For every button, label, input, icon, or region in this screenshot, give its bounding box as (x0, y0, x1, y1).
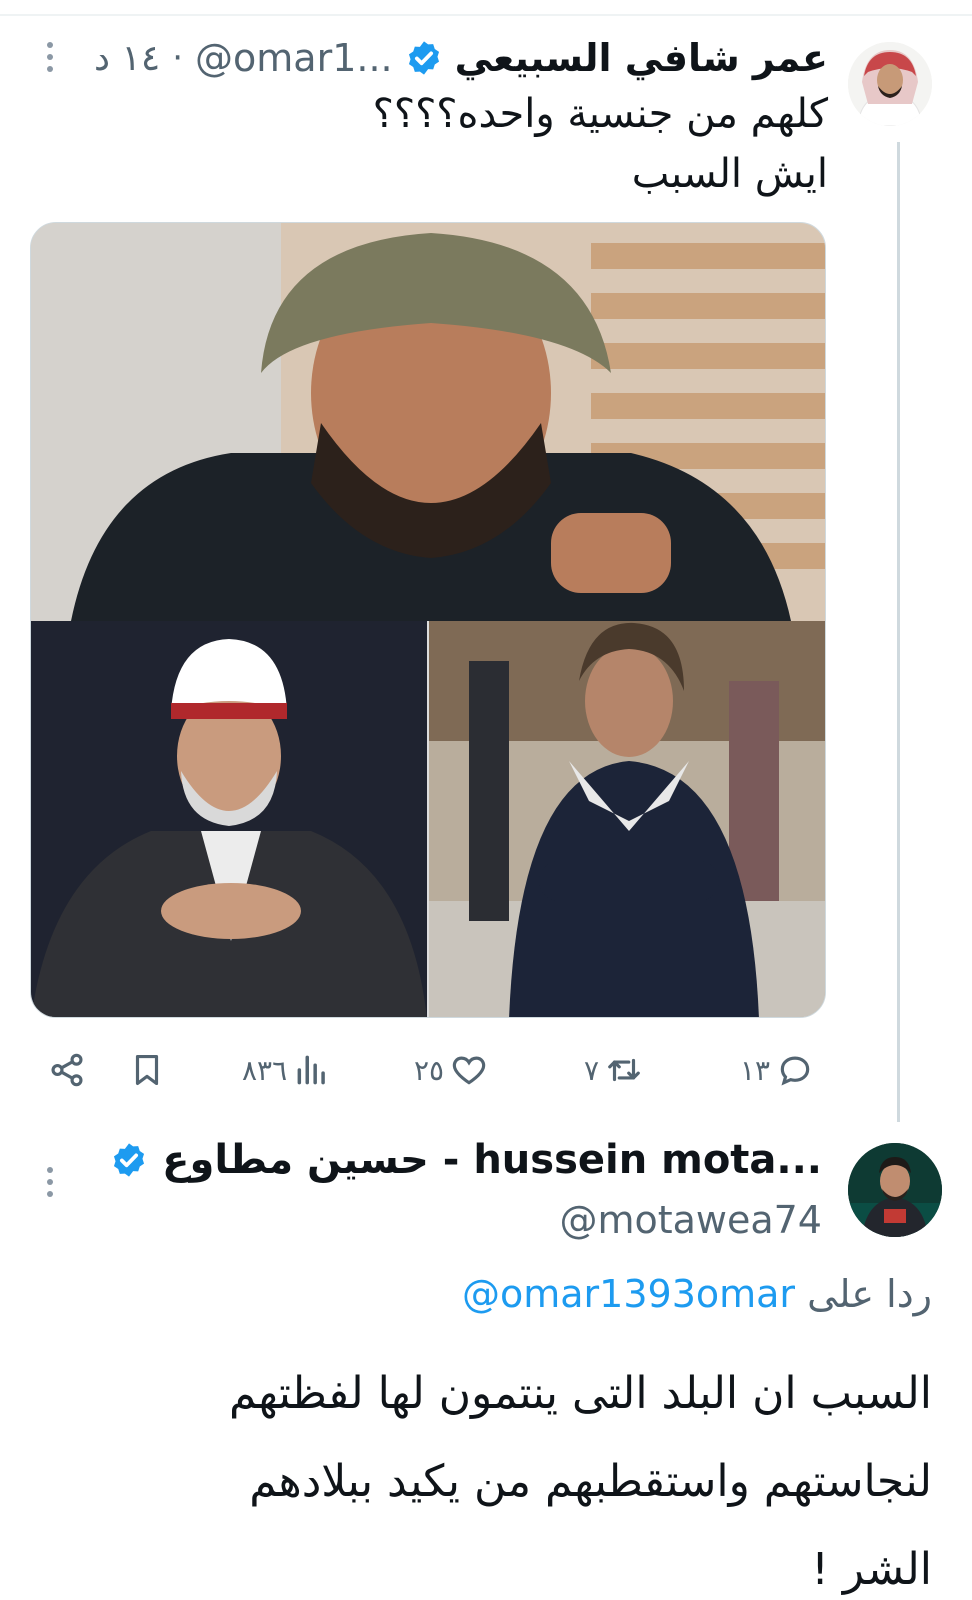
tweet-text: كلهم من جنسية واحده؟؟؟؟ ايش السبب (128, 84, 828, 204)
replying-to-label: ردا على (807, 1272, 932, 1316)
media-photo-sheikh[interactable] (31, 621, 427, 1017)
retweet-icon (608, 1058, 640, 1082)
reply-icon (780, 1056, 810, 1086)
bookmark-icon (135, 1054, 159, 1086)
author-avatar[interactable] (848, 42, 932, 126)
reply-text: السبب ان البلد التى ينتمون لها لفظتهم لن… (112, 1350, 932, 1600)
verified-badge-icon (408, 41, 439, 75)
more-options-button[interactable] (38, 38, 62, 76)
author-name[interactable]: عمر شافي السبيعي (455, 36, 828, 80)
bookmark-button[interactable] (128, 1040, 166, 1100)
header-separator: · (172, 38, 184, 78)
reply-more-options-button[interactable] (38, 1163, 62, 1203)
replying-to: ردا على @omar1393omar (462, 1272, 932, 1316)
more-vertical-icon (38, 38, 62, 72)
tweet-time[interactable]: ١٤ د (94, 38, 160, 79)
retweet-count: ٧ (584, 1053, 600, 1087)
reply-text-line: السبب ان البلد التى ينتمون لها لفظتهم (229, 1368, 932, 1419)
reply-text-line: لنجاستهم واستقطبهم من يكيد ببلادهم (249, 1456, 932, 1507)
verified-badge-icon (114, 1143, 145, 1177)
views-button[interactable]: ٨٣٦ (242, 1040, 331, 1100)
thread-line (897, 142, 900, 1122)
reply-button[interactable]: ١٣ (740, 1040, 814, 1100)
tweet-text-line: ايش السبب (631, 151, 828, 197)
reply-count: ١٣ (740, 1053, 771, 1087)
tweet-text-line: كلهم من جنسية واحده؟؟؟؟ (372, 91, 828, 137)
retweet-button[interactable]: ٧ (584, 1040, 643, 1100)
media-photo-man-in-hat[interactable] (31, 223, 825, 621)
reply-author-name[interactable]: حسين مطاوع - hussein mota... (162, 1137, 822, 1183)
reply-author-avatar[interactable] (848, 1143, 942, 1237)
replying-to-mention-link[interactable]: @omar1393omar (462, 1272, 795, 1316)
reply-text-line: الشر ! (811, 1544, 932, 1595)
tweet-actions-bar: ١٣ ٧ ٢٥ ٨٣٦ (44, 1040, 834, 1100)
views-count: ٨٣٦ (242, 1053, 288, 1087)
reply-header: حسين مطاوع - hussein mota... (114, 1130, 822, 1190)
share-button[interactable] (48, 1040, 86, 1100)
media-photo-man-with-scarf[interactable] (429, 621, 825, 1017)
heart-icon (452, 1056, 486, 1085)
tweet-header: عمر شافي السبيعي @omar1... · ١٤ د (88, 28, 828, 88)
views-icon (297, 1055, 325, 1085)
more-vertical-icon (38, 1163, 62, 1197)
author-handle[interactable]: @omar1... (195, 36, 393, 80)
share-icon (51, 1053, 83, 1087)
top-divider (0, 14, 972, 16)
like-button[interactable]: ٢٥ (414, 1040, 488, 1100)
tweet-media-collage[interactable] (30, 222, 826, 1018)
reply-author-handle[interactable]: @motawea74 (559, 1198, 822, 1242)
like-count: ٢٥ (414, 1053, 445, 1087)
